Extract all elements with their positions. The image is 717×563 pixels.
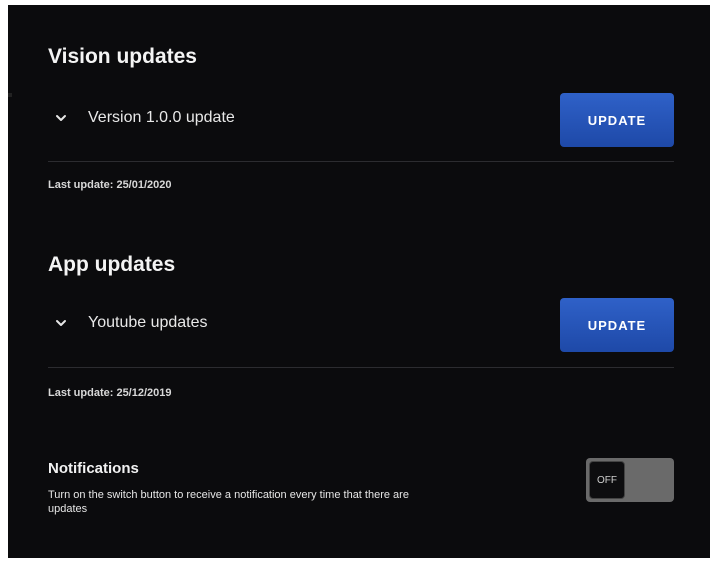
divider: [48, 161, 674, 162]
updates-panel: Vision updates Version 1.0.0 update UPDA…: [8, 5, 710, 558]
vision-update-row[interactable]: Version 1.0.0 update UPDATE: [48, 93, 674, 149]
toggle-knob[interactable]: OFF: [589, 461, 625, 499]
vision-update-button[interactable]: UPDATE: [560, 93, 674, 147]
app-update-row[interactable]: Youtube updates UPDATE: [48, 298, 674, 354]
app-last-update: Last update: 25/12/2019: [48, 387, 172, 399]
app-update-label: Youtube updates: [88, 314, 208, 331]
notifications-description: Turn on the switch button to receive a n…: [48, 489, 409, 515]
app-updates-title: App updates: [48, 253, 176, 276]
chevron-down-icon[interactable]: [54, 111, 68, 125]
chevron-down-icon[interactable]: [54, 316, 68, 330]
divider: [48, 367, 674, 368]
app-update-button[interactable]: UPDATE: [560, 298, 674, 352]
vision-update-label: Version 1.0.0 update: [88, 109, 235, 126]
vision-last-update: Last update: 25/01/2020: [48, 179, 172, 191]
vision-updates-title: Vision updates: [48, 45, 197, 68]
edge-marker: [8, 93, 12, 97]
notifications-title: Notifications: [48, 460, 139, 477]
notifications-toggle[interactable]: OFF: [586, 458, 674, 502]
